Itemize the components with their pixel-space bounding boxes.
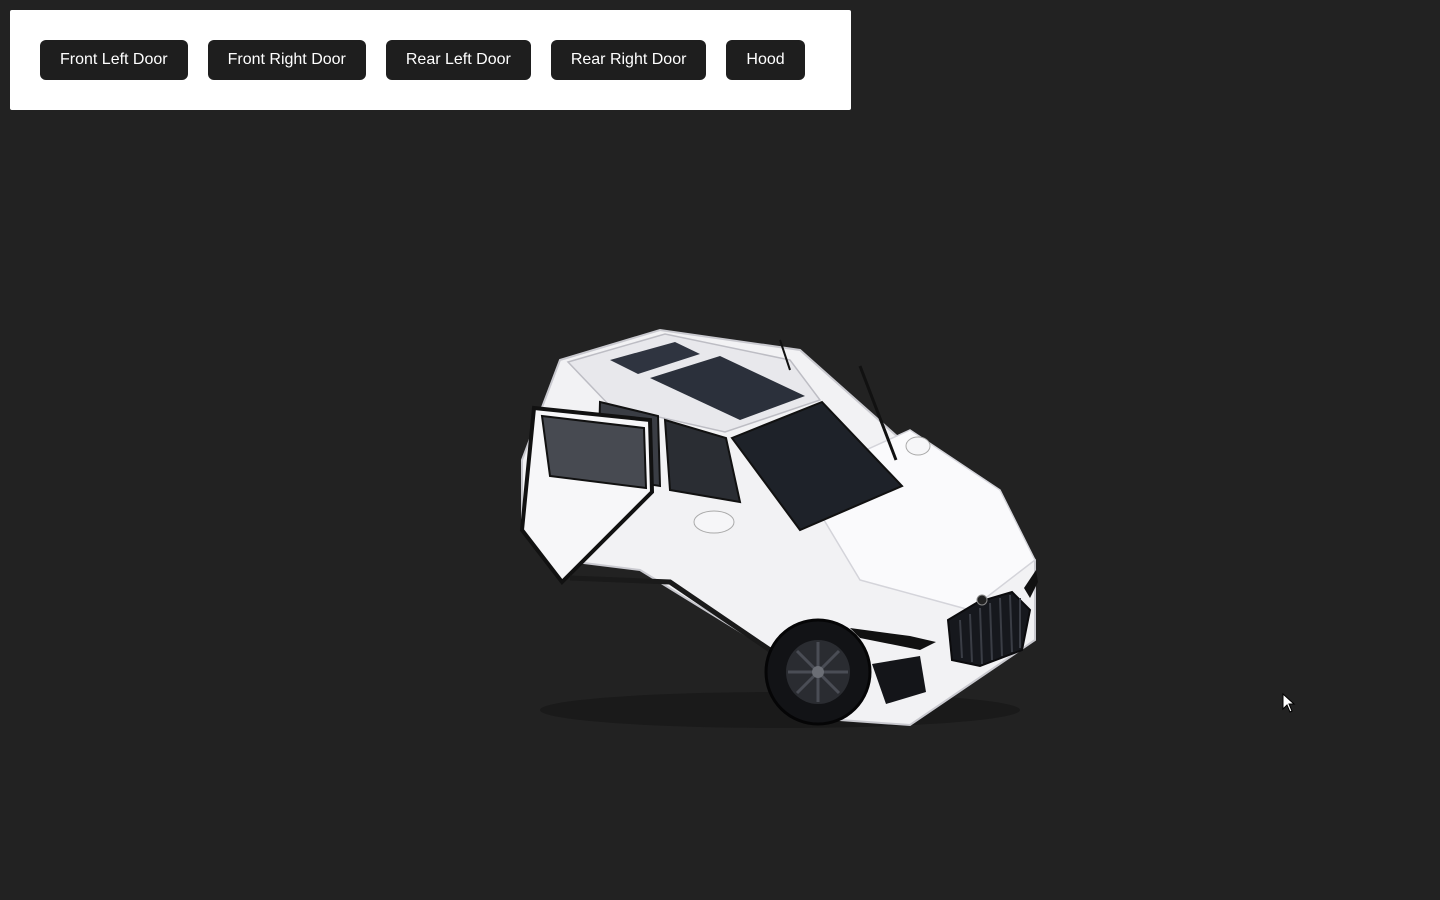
door-control-panel: Front Left Door Front Right Door Rear Le… — [10, 10, 851, 110]
mouse-pointer-icon — [1282, 693, 1296, 713]
right-mirror — [905, 436, 931, 456]
front-right-door-button[interactable]: Front Right Door — [207, 40, 366, 80]
side-mirror — [693, 510, 735, 534]
front-left-door-button[interactable]: Front Left Door — [40, 40, 188, 80]
brand-badge — [976, 594, 988, 606]
3d-viewport-canvas[interactable] — [0, 120, 1440, 900]
suv-car-model[interactable] — [500, 320, 1060, 740]
wheel-hub — [812, 666, 824, 678]
hood-button[interactable]: Hood — [726, 40, 805, 80]
rear-left-door-button[interactable]: Rear Left Door — [385, 40, 531, 80]
open-door-window — [540, 414, 648, 490]
rear-right-door-button[interactable]: Rear Right Door — [550, 40, 707, 80]
